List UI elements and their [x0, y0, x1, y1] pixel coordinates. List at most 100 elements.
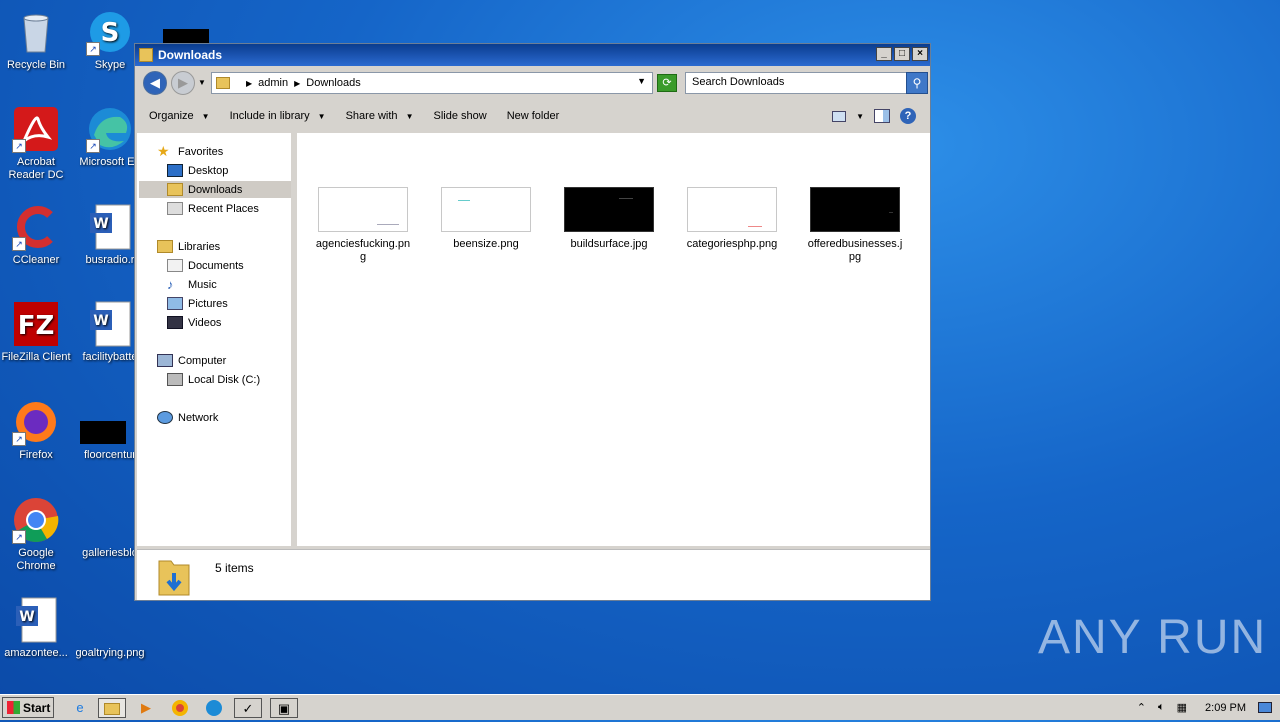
skype-icon: S ↗ — [86, 8, 134, 56]
desktop-icon-goaltrying[interactable]: goaltrying.png — [70, 596, 150, 660]
desktop-icon-ccleaner[interactable]: ↗ CCleaner — [0, 203, 76, 267]
nav-label: Computer — [178, 354, 227, 367]
file-item[interactable]: beensize.png — [436, 187, 536, 251]
recycle-bin-icon — [12, 8, 60, 56]
desktop-icon-label: Chrome — [16, 560, 56, 572]
breadcrumb-admin[interactable]: admin — [258, 77, 288, 89]
help-icon[interactable]: ? — [900, 108, 916, 124]
chevron-down-icon: ▼ — [201, 111, 210, 121]
shortcut-arrow-icon: ↗ — [12, 237, 26, 251]
nav-favorites[interactable]: ★ Favorites — [157, 143, 223, 160]
include-label: Include in library — [229, 110, 310, 122]
change-view-icon[interactable] — [832, 110, 847, 122]
address-bar[interactable]: ▶ admin ▶ Downloads ▼ — [211, 72, 653, 94]
refresh-icon: ⟳ — [662, 77, 672, 89]
desktop-icon-recycle-bin[interactable]: Recycle Bin — [0, 8, 76, 72]
downloads-folder-icon — [158, 560, 190, 596]
window-titlebar[interactable]: Downloads _ □ × — [135, 44, 930, 66]
music-icon: ♪ — [167, 277, 174, 292]
nav-downloads[interactable]: Downloads — [139, 181, 291, 198]
nav-music[interactable]: ♪ Music — [167, 276, 217, 293]
chrome-taskbar-icon[interactable] — [166, 698, 194, 718]
show-desktop-icon[interactable] — [1258, 702, 1272, 713]
window-title: Downloads — [158, 48, 223, 62]
desktop-icon-label: goaltrying.png — [75, 647, 145, 659]
nav-label: Local Disk (C:) — [188, 373, 261, 386]
close-button[interactable]: × — [912, 47, 928, 61]
media-player-icon[interactable]: ▶ — [132, 698, 160, 718]
preview-pane-icon[interactable] — [874, 109, 890, 123]
word-doc-icon: W — [12, 596, 60, 644]
desktop-icon-label: CCleaner — [12, 254, 60, 266]
file-item[interactable]: categoriesphp.png — [682, 187, 782, 251]
history-dropdown-icon[interactable]: ▼ — [198, 78, 206, 87]
start-button[interactable]: Start — [2, 697, 54, 718]
shortcut-arrow-icon: ↗ — [12, 530, 26, 544]
back-button[interactable]: ◀ — [143, 71, 167, 95]
pictures-icon — [167, 297, 183, 310]
acrobat-icon: ↗ — [12, 105, 60, 153]
desktop-icon-acrobat[interactable]: ↗ Acrobat Reader DC — [0, 105, 76, 182]
network-tray-icon[interactable]: ▦ — [1177, 701, 1187, 714]
share-with-button[interactable]: Share with ▼ — [346, 110, 414, 122]
tool-taskbar-icon[interactable]: ✓ — [234, 698, 262, 718]
explorer-window[interactable]: Downloads _ □ × ◀ ▶ ▼ ▶ admin ▶ Download… — [134, 43, 931, 601]
breadcrumb-downloads[interactable]: Downloads — [306, 77, 360, 89]
desktop-icon-chrome[interactable]: ↗ Google Chrome — [0, 496, 76, 573]
nav-documents[interactable]: Documents — [167, 257, 244, 274]
desktop-icon-amazon[interactable]: W amazontee... — [0, 596, 76, 660]
desktop-icon-label: Reader DC — [8, 169, 64, 181]
search-input[interactable]: Search Downloads — [685, 72, 907, 94]
organize-label: Organize — [149, 110, 194, 122]
svg-text:W: W — [93, 313, 108, 329]
file-item[interactable]: offeredbusinesses.jpg — [805, 187, 905, 264]
minimize-button[interactable]: _ — [876, 47, 892, 61]
slide-show-button[interactable]: Slide show — [433, 110, 486, 122]
nav-network[interactable]: Network — [157, 409, 218, 426]
nav-local-disk[interactable]: Local Disk (C:) — [167, 371, 260, 388]
volume-icon[interactable]: 🔈︎ — [1158, 701, 1165, 714]
internet-explorer-icon[interactable]: e — [66, 698, 94, 718]
address-dropdown-icon[interactable]: ▼ — [637, 76, 646, 86]
nav-pictures[interactable]: Pictures — [167, 295, 228, 312]
desktop-icon-filezilla[interactable]: FZ FileZilla Client — [0, 300, 76, 364]
svg-text:W: W — [19, 609, 34, 625]
organize-button[interactable]: Organize ▼ — [149, 110, 210, 122]
taskbar: Start e ▶ ✓ ▣ ⌃ 🔈︎ ▦ 2:09 PM — [0, 694, 1280, 720]
desktop-icon-firefox[interactable]: ↗ Firefox — [0, 398, 76, 462]
nav-label: Videos — [188, 316, 222, 329]
refresh-button[interactable]: ⟳ — [657, 74, 677, 92]
new-folder-button[interactable]: New folder — [507, 110, 560, 122]
nav-desktop[interactable]: Desktop — [167, 162, 228, 179]
folder-icon — [139, 48, 153, 62]
nav-videos[interactable]: Videos — [167, 314, 221, 331]
clock[interactable]: 2:09 PM — [1205, 702, 1246, 714]
nav-computer[interactable]: Computer — [157, 352, 226, 369]
file-item[interactable]: buildsurface.jpg — [559, 187, 659, 251]
documents-icon — [167, 259, 183, 272]
nav-recent-places[interactable]: Recent Places — [167, 200, 259, 217]
search-button[interactable]: ⚲ — [906, 72, 928, 94]
show-hidden-icons-icon[interactable]: ⌃ — [1137, 701, 1146, 714]
file-name: buildsurface.jpg — [570, 238, 648, 250]
chrome-icon: ↗ — [12, 496, 60, 544]
file-item[interactable]: agenciesfucking.png — [313, 187, 413, 264]
forward-button[interactable]: ▶ — [171, 71, 195, 95]
include-in-library-button[interactable]: Include in library ▼ — [230, 110, 326, 122]
hard-drive-icon — [167, 373, 183, 386]
navigation-pane-splitter[interactable] — [291, 133, 295, 546]
image-thumbnail — [810, 187, 900, 232]
edge-taskbar-icon[interactable] — [200, 698, 228, 718]
nav-libraries[interactable]: Libraries — [157, 238, 220, 255]
explorer-taskbar-icon[interactable] — [98, 698, 126, 718]
svg-text:W: W — [93, 216, 108, 232]
terminal-taskbar-icon[interactable]: ▣ — [270, 698, 298, 718]
shortcut-arrow-icon: ↗ — [12, 432, 26, 446]
view-dropdown-icon[interactable]: ▼ — [856, 112, 864, 121]
shortcut-arrow-icon: ↗ — [86, 139, 100, 153]
back-arrow-icon: ◀ — [150, 75, 160, 90]
svg-text:FZ: FZ — [18, 311, 55, 341]
breadcrumb-chevron-icon[interactable]: ▶ — [294, 79, 300, 88]
breadcrumb-chevron-icon[interactable]: ▶ — [246, 79, 252, 88]
maximize-button[interactable]: □ — [894, 47, 910, 61]
